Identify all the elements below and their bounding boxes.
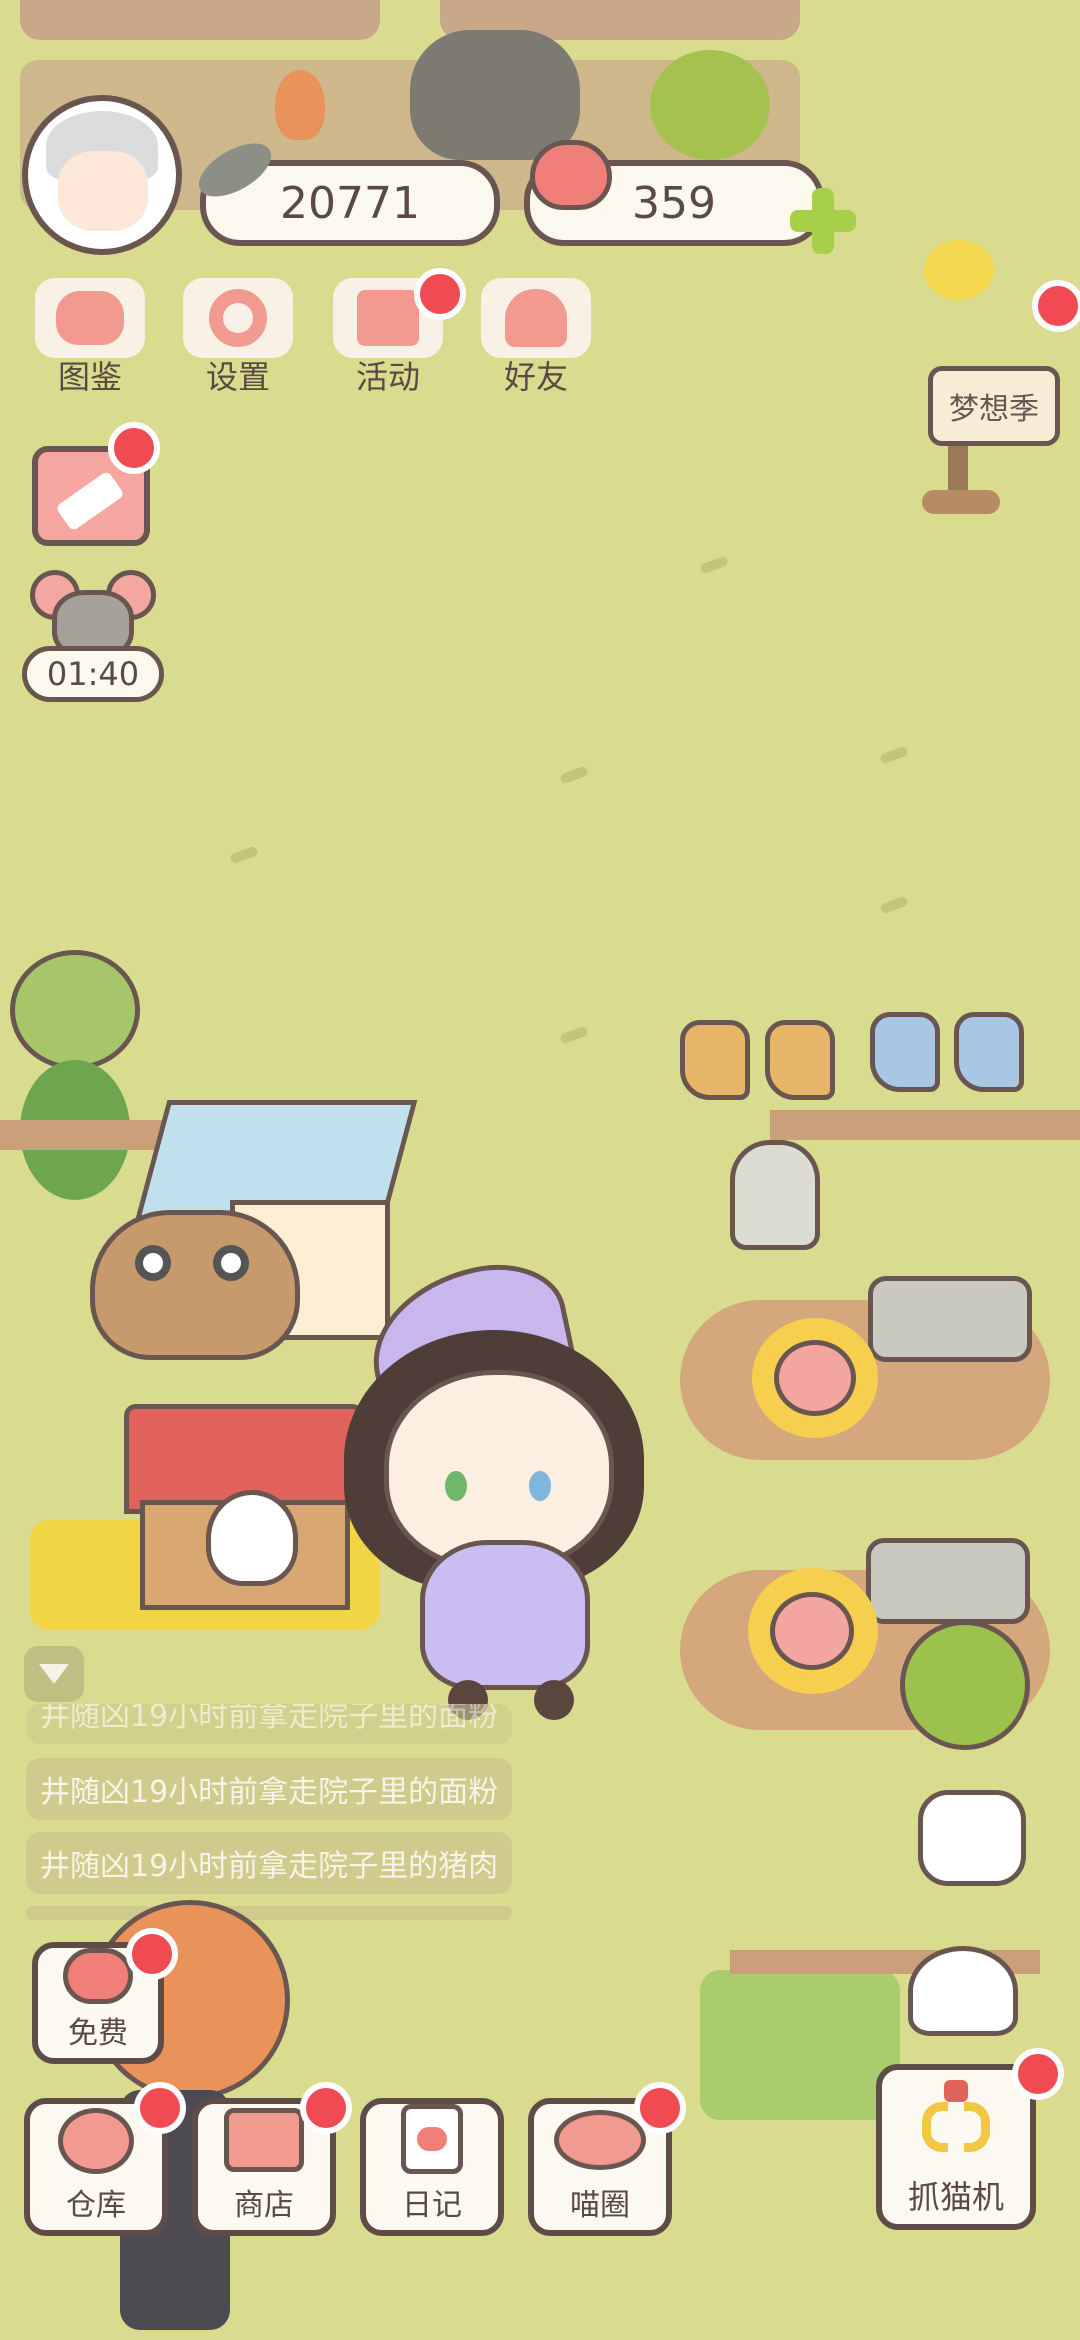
duck-icon [924,240,994,300]
boots-orange [680,1020,750,1100]
fish-count: 20771 [280,177,420,229]
log-line: 井随凶19小时前拿走院子里的猪肉 [26,1832,512,1894]
settings-label: 设置 [205,358,270,396]
fence-right [770,1110,1080,1140]
potted-tree [900,1620,1030,1750]
settings-button[interactable]: 设置 [178,278,298,398]
claw-machine-label: 抓猫机 [907,2178,1004,2216]
trough-2 [866,1538,1030,1624]
warehouse-label: 仓库 [66,2188,126,2223]
warehouse-badge [134,2082,186,2134]
shop-icon [224,2108,304,2172]
garden-plot-top [20,0,380,40]
log-toggle-button[interactable] [24,1646,84,1702]
free-badge [126,1928,178,1980]
claw-icon [916,2080,996,2160]
chick-icon[interactable] [206,1490,298,1586]
log-line: 井随凶19小时前拿走院子里的面粉 [26,1704,512,1744]
season-sign[interactable]: 梦想季 [928,366,1060,446]
boots-orange [765,1020,835,1100]
grass-tuft [879,895,909,915]
collection-button[interactable]: 图鉴 [30,278,150,398]
boots-blue [870,1012,940,1092]
timer-text: 01:40 [46,655,140,693]
diary-icon [401,2104,463,2174]
diary-label: 日记 [402,2188,462,2223]
heart-icon [530,140,612,210]
diary-button[interactable]: 日记 [360,2098,504,2236]
gray-cat-icon [410,30,580,160]
carrot-icon [275,70,325,140]
grass-tuft [879,745,909,765]
chevron-down-icon [39,1664,69,1684]
claw-machine-badge [1012,2048,1064,2100]
sunflower-pig-1[interactable] [752,1318,878,1438]
flower-tree [10,950,140,1070]
events-button[interactable]: 活动 [328,268,466,398]
shop-label: 商店 [234,2188,294,2223]
grass-tuft [699,555,729,575]
planet-cat-icon [554,2110,646,2170]
sign-base [922,490,1000,514]
mouse-timer: 01:40 [22,646,164,702]
heart-icon [63,1948,133,2004]
avatar-face [58,151,148,231]
events-label: 活动 [355,358,420,396]
shop-badge [300,2082,352,2134]
claw-machine-button[interactable]: 抓猫机 [876,2064,1036,2230]
player-avatar[interactable] [22,95,182,255]
cat-head-icon [35,278,145,358]
boots-blue [954,1012,1024,1092]
friends-label: 好友 [503,358,568,396]
season-badge [1032,280,1080,332]
player-dress [420,1540,590,1690]
log-line-partial [26,1906,512,1920]
cat-circle-badge [634,2082,686,2134]
tree-pot [918,1790,1026,1886]
gear-icon [183,278,293,358]
friends-button[interactable]: 好友 [476,278,596,398]
stone-lantern [730,1140,820,1250]
warehouse-icon [58,2108,134,2174]
collection-label: 图鉴 [57,358,122,396]
friends-icon [481,278,591,358]
sunflower-pig-2[interactable] [748,1568,878,1694]
grass-tuft [559,765,589,785]
pug-dog[interactable] [90,1210,300,1360]
green-patch [700,1970,900,2120]
grass-tuft [559,1025,589,1045]
log-line: 井随凶19小时前拿走院子里的面粉 [26,1758,512,1820]
trough-1 [868,1276,1032,1362]
plus-icon[interactable] [790,188,856,254]
cat-circle-label: 喵圈 [570,2188,630,2223]
calendar-badge [108,422,160,474]
free-label: 免费 [68,2016,128,2051]
bush-icon [650,50,770,160]
grass-tuft [229,845,259,865]
events-badge [414,268,466,320]
claw-machine-top-icon [908,1946,1018,2036]
heart-count: 359 [632,177,716,229]
season-sign-label: 梦想季 [949,392,1039,427]
